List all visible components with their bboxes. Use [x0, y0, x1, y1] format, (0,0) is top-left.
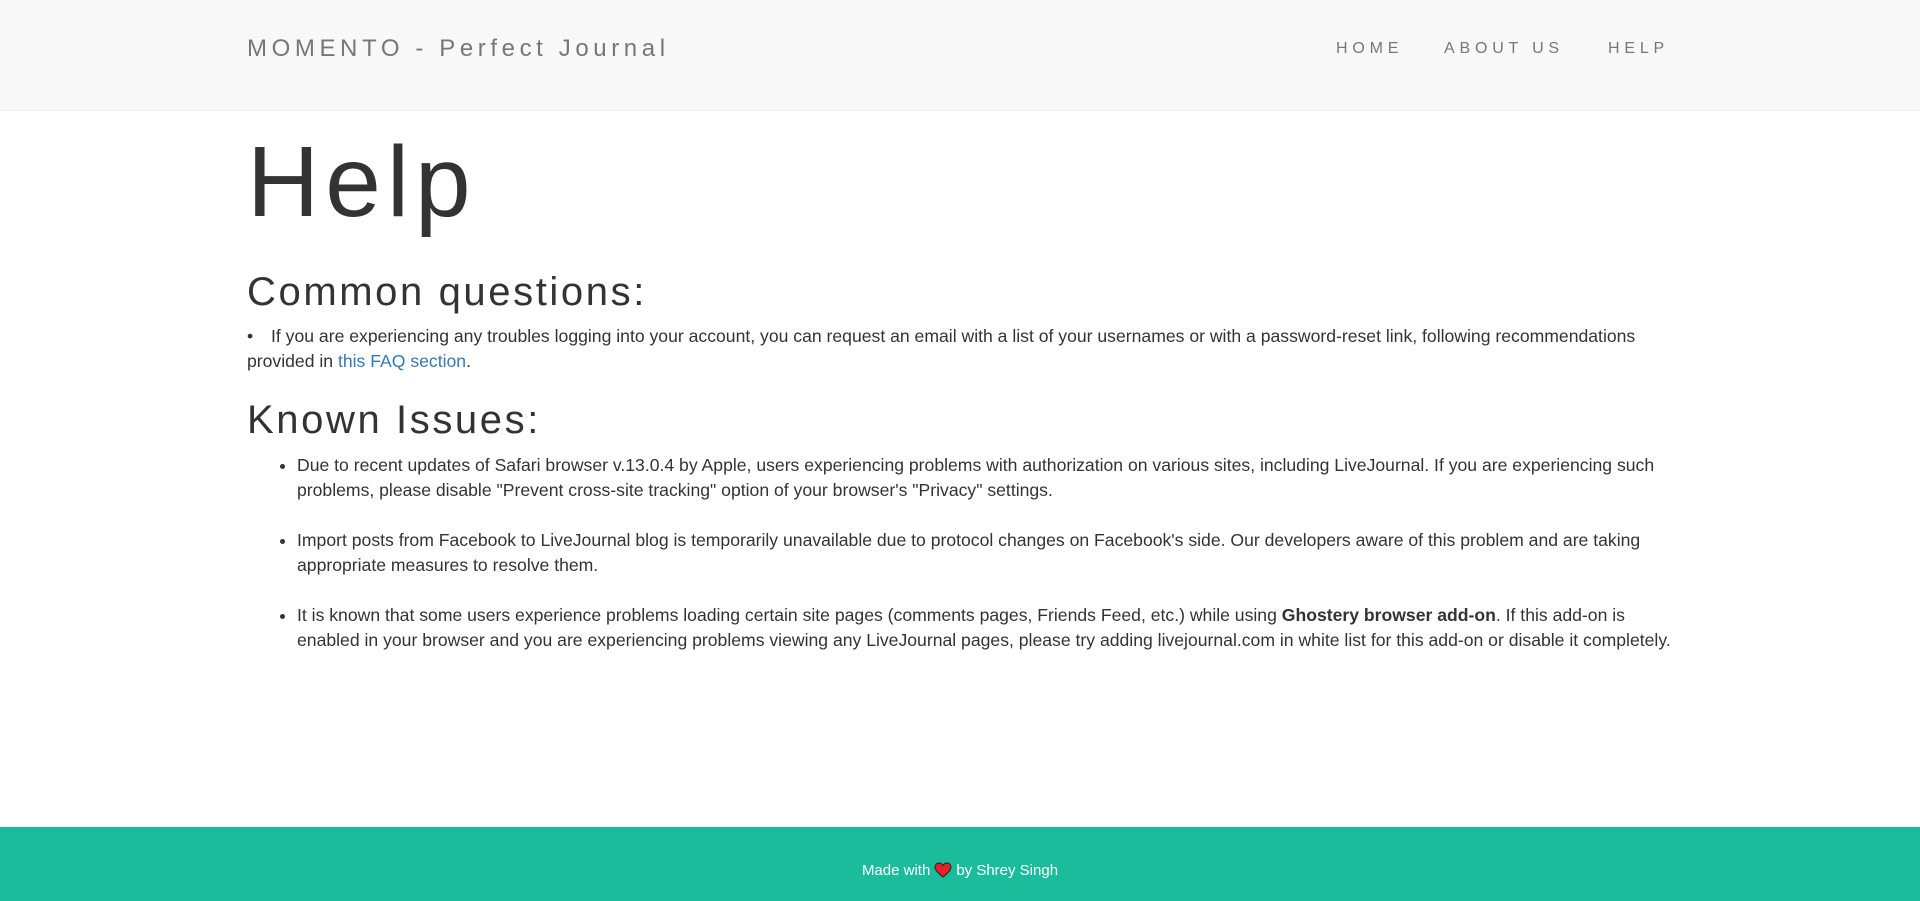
known-issues-list: Due to recent updates of Safari browser …: [247, 453, 1673, 653]
nav-link-home[interactable]: HOME: [1336, 40, 1403, 58]
known-issue-item: Due to recent updates of Safari browser …: [297, 453, 1673, 503]
ghostery-addon-name: Ghostery browser add-on: [1281, 605, 1496, 625]
made-with-text: Made with: [861, 862, 931, 879]
known-issues-heading: Known Issues:: [247, 398, 541, 442]
heart-icon: [934, 862, 952, 878]
navbar: MOMENTO - Perfect Journal HOME ABOUT US …: [0, 0, 1920, 111]
known-issue-item: Import posts from Facebook to LiveJourna…: [297, 528, 1673, 578]
common-question-end: .: [466, 351, 471, 371]
common-question-item: • If you are experiencing any troubles lo…: [247, 324, 1673, 374]
nav-link-about-us[interactable]: ABOUT US: [1444, 40, 1564, 58]
page-title: Help: [247, 126, 477, 238]
faq-section-link[interactable]: this FAQ section: [338, 351, 466, 371]
footer: Made with by Shrey Singh: [0, 827, 1920, 901]
nav-menu: HOME ABOUT US HELP: [0, 40, 1920, 62]
bullet: •: [247, 326, 254, 346]
author-credit: by Shrey Singh: [956, 862, 1059, 879]
footer-credit: Made with by Shrey Singh: [0, 862, 1920, 880]
nav-link-help[interactable]: HELP: [1608, 40, 1669, 58]
known-issue-text: It is known that some users experience p…: [297, 605, 1277, 625]
known-issue-item: It is known that some users experience p…: [297, 603, 1673, 653]
common-questions-heading: Common questions:: [247, 270, 647, 314]
